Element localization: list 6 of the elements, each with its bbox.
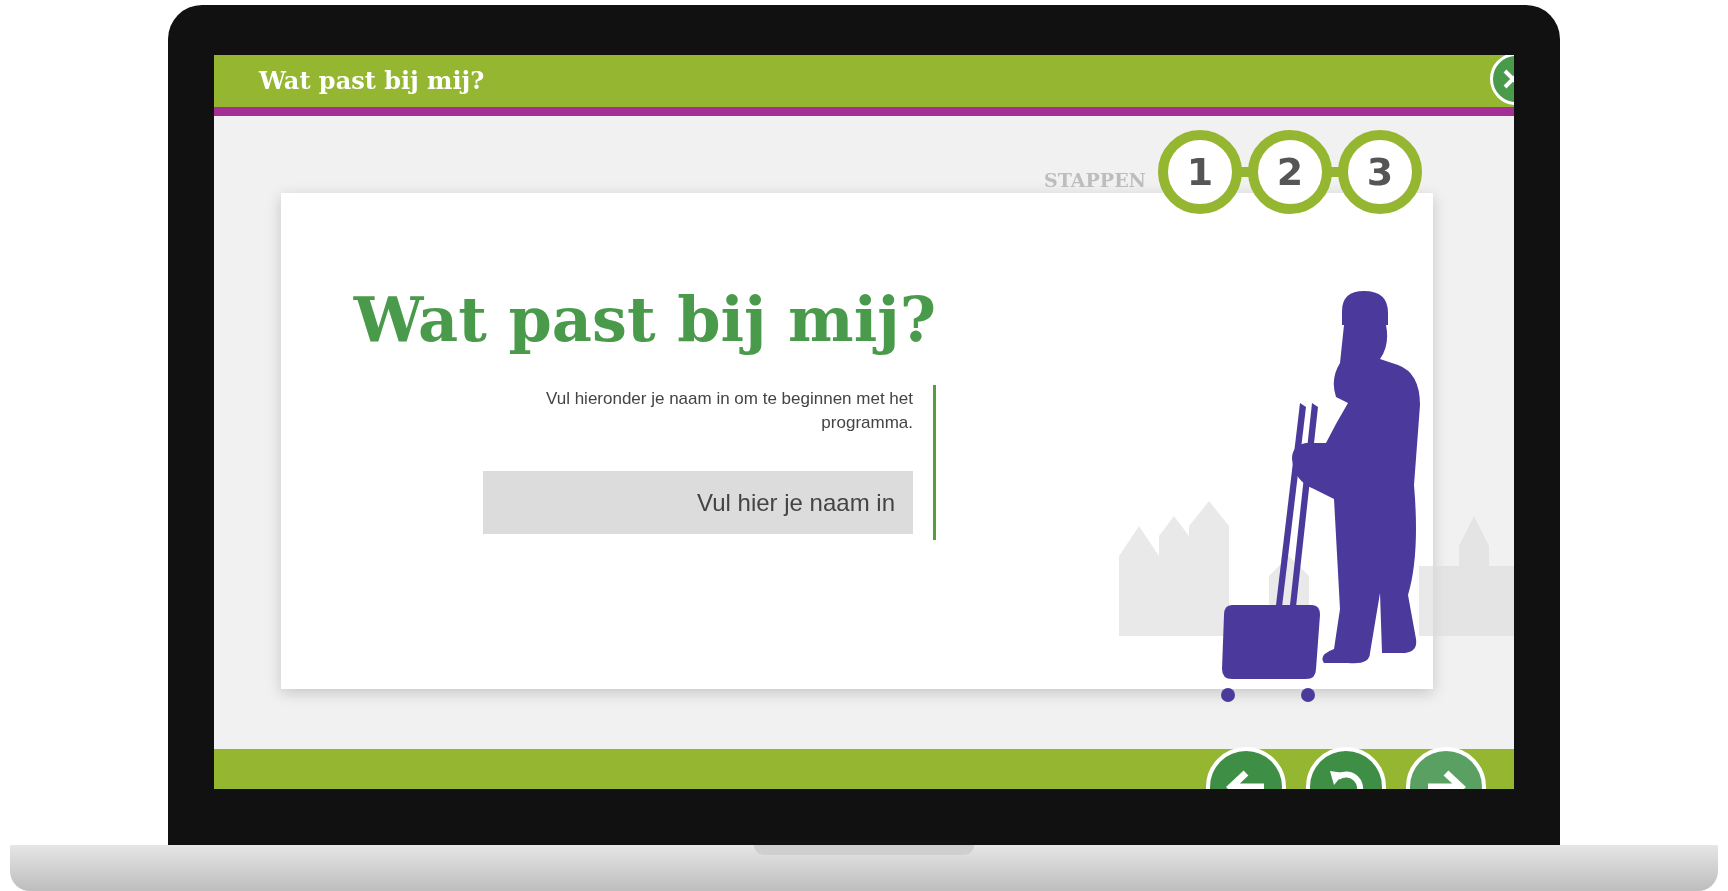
name-input-field[interactable]: Vul hier je naam in [483,471,913,534]
step-indicator: 1 [1158,130,1242,214]
intro-text: Vul hieronder je naam in om te beginnen met het programma. [545,388,913,434]
step-indicator: 2 [1248,130,1332,214]
window-title: Wat past bij mij? [259,65,485,97]
step-indicator: 3 [1338,130,1422,214]
